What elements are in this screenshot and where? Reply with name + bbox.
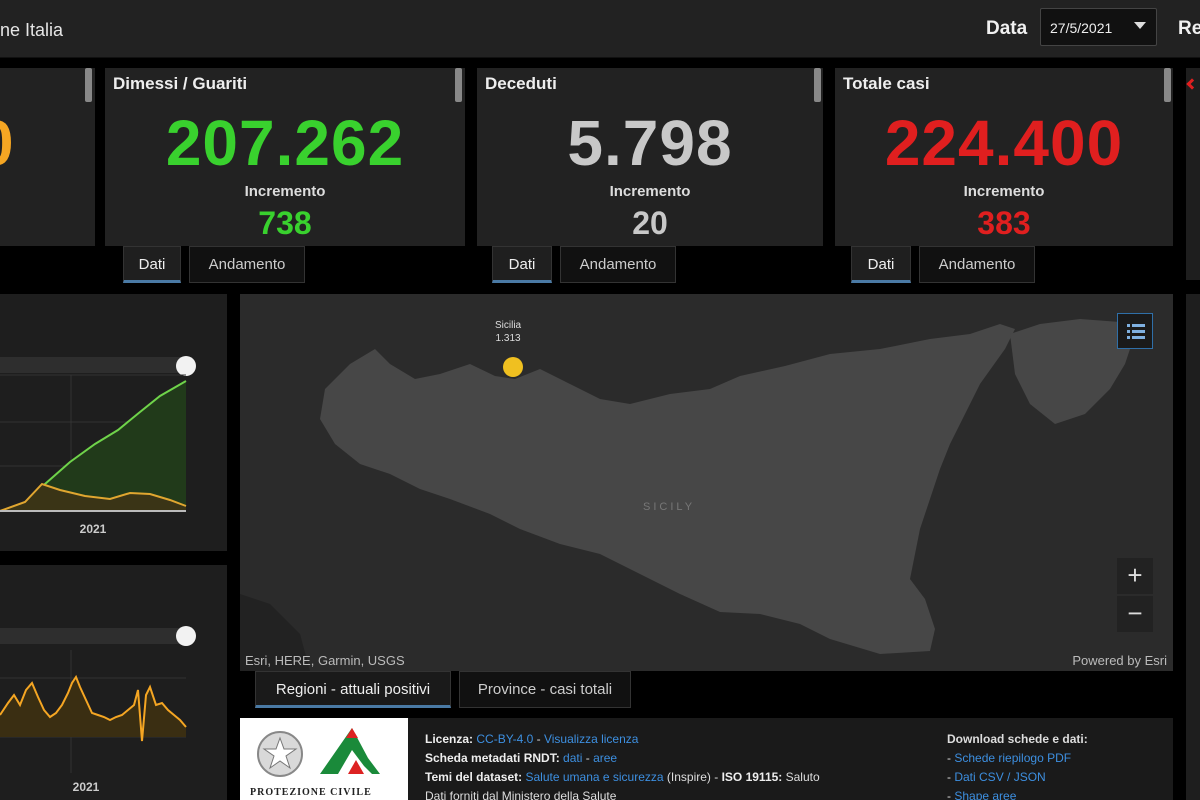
download-item: - Shape aree <box>947 787 1167 800</box>
footer-info: Licenza: CC-BY-4.0 - Visualizza licenza … <box>425 730 935 800</box>
licenza-label: Licenza: <box>425 732 474 746</box>
increment-label: Incremento <box>609 183 691 200</box>
side-panel-edge-lower <box>1186 671 1200 800</box>
map-view[interactable]: Sicilia 1.313 SICILY + − Esri, HERE, Gar… <box>240 294 1173 671</box>
list-icon <box>1127 324 1145 339</box>
iso-label: ISO 19115: <box>721 770 783 784</box>
download-item: - Dati CSV / JSON <box>947 770 1046 784</box>
aree-metadata-link[interactable]: aree <box>593 751 617 765</box>
tab-andamento-deceduti[interactable]: Andamento <box>560 246 676 283</box>
zoom-in-button[interactable]: + <box>1117 558 1153 594</box>
card-value: 0 <box>0 106 14 180</box>
card-attuali-positivi: 0 <box>0 68 95 246</box>
increment-label: Incremento <box>963 183 1045 200</box>
logo-container: PROTEZIONE CIVILE <box>240 718 408 800</box>
chart-panel-lower: 2021 <box>0 565 227 800</box>
download-title: Download schede e dati: <box>947 732 1088 746</box>
footer-panel: PROTEZIONE CIVILE Licenza: CC-BY-4.0 - V… <box>240 718 1173 800</box>
chart-panel-upper: 2021 <box>0 294 227 551</box>
increment-value: 20 <box>632 205 668 241</box>
trend-chart-lower: 2021 <box>0 626 196 794</box>
dati-metadata-link[interactable]: dati <box>563 751 582 765</box>
map-point-sicilia[interactable] <box>503 357 523 377</box>
chart-slider-handle[interactable] <box>176 356 196 376</box>
tab-andamento-guariti[interactable]: Andamento <box>189 246 305 283</box>
temi-text: (Inspire) - <box>663 770 722 784</box>
csv-json-link[interactable]: Dati CSV / JSON <box>954 770 1045 784</box>
x-axis-label: 2021 <box>73 780 100 794</box>
card-value: 224.400 <box>884 107 1124 179</box>
legend-button[interactable] <box>1117 313 1153 349</box>
temi-end: Saluto <box>782 770 820 784</box>
visualizza-licenza-link[interactable]: Visualizza licenza <box>544 732 639 746</box>
licenza-link[interactable]: CC-BY-4.0 <box>476 732 533 746</box>
fonte-row: Dati forniti dal Ministero della Salute <box>425 789 617 800</box>
card-edge <box>1186 68 1200 280</box>
protezione-civile-logo <box>257 728 380 777</box>
zoom-out-button[interactable]: − <box>1117 596 1153 632</box>
card-guariti: Dimessi / Guariti 207.262 Incremento 738 <box>105 68 465 246</box>
chevron-down-icon <box>1134 22 1146 29</box>
scheda-row: Scheda metadati RNDT: dati - aree <box>425 751 618 765</box>
tab-dati-deceduti[interactable]: Dati <box>492 246 552 283</box>
shape-link[interactable]: Shape aree <box>954 789 1016 800</box>
increment-value: 383 <box>977 205 1031 241</box>
date-label: Data <box>986 18 1028 39</box>
tab-province[interactable]: Province - casi totali <box>459 671 631 708</box>
card-scrollbar[interactable] <box>814 68 821 102</box>
app-header: ne Italia Data 27/5/2021 Re <box>0 0 1200 58</box>
card-scrollbar[interactable] <box>85 68 92 102</box>
header-right-label: Re <box>1178 18 1200 39</box>
chart-slider-track[interactable] <box>0 357 186 373</box>
temi-row: Temi del dataset: Salute umana e sicurez… <box>425 768 935 787</box>
map-point-label: Sicilia 1.313 <box>495 319 521 345</box>
tab-dati-guariti[interactable]: Dati <box>123 246 181 283</box>
map-powered-by[interactable]: Powered by Esri <box>1072 653 1167 668</box>
card-scrollbar[interactable] <box>1164 68 1171 102</box>
side-panel-edge <box>1186 294 1200 671</box>
separator: - <box>533 732 544 746</box>
map-canvas <box>240 294 1173 671</box>
temi-label: Temi del dataset: <box>425 770 523 784</box>
download-item: - Schede riepilogo PDF <box>947 751 1072 765</box>
chart-slider-handle[interactable] <box>176 626 196 646</box>
tab-dati-totale[interactable]: Dati <box>851 246 911 283</box>
arrow-icon <box>1186 78 1198 90</box>
chart-slider-track[interactable] <box>0 628 186 644</box>
tab-regioni[interactable]: Regioni - attuali positivi <box>255 671 451 708</box>
card-value: 207.262 <box>165 107 405 179</box>
pdf-link[interactable]: Schede riepilogo PDF <box>954 751 1071 765</box>
tab-andamento-totale[interactable]: Andamento <box>919 246 1035 283</box>
point-label-value: 1.313 <box>495 333 521 344</box>
map-region-label: SICILY <box>643 501 696 513</box>
page-title: ne Italia <box>0 20 64 40</box>
download-section: Download schede e dati: - Schede riepilo… <box>947 730 1167 800</box>
card-title: Totale casi <box>843 74 930 93</box>
date-dropdown[interactable]: 27/5/2021 <box>1040 8 1157 46</box>
logo-text: PROTEZIONE CIVILE <box>250 787 372 798</box>
increment-value: 738 <box>258 205 312 241</box>
card-scrollbar[interactable] <box>455 68 462 102</box>
card-totale-casi: Totale casi 224.400 Incremento 383 <box>835 68 1173 246</box>
increment-label: Incremento <box>244 183 326 200</box>
x-axis-label: 2021 <box>80 522 107 536</box>
scheda-label: Scheda metadati RNDT: <box>425 751 560 765</box>
temi-link[interactable]: Salute umana e sicurezza <box>525 770 663 784</box>
card-title: Deceduti <box>485 74 557 93</box>
date-value: 27/5/2021 <box>1050 20 1113 36</box>
map-attribution: Esri, HERE, Garmin, USGS <box>245 653 405 668</box>
card-value: 5.798 <box>567 107 733 179</box>
point-label-region: Sicilia <box>495 320 522 331</box>
licenza-row: Licenza: CC-BY-4.0 - Visualizza licenza <box>425 730 935 749</box>
card-deceduti: Deceduti 5.798 Incremento 20 <box>477 68 823 246</box>
card-title: Dimessi / Guariti <box>113 74 248 93</box>
trend-chart-upper: 2021 <box>0 356 196 536</box>
